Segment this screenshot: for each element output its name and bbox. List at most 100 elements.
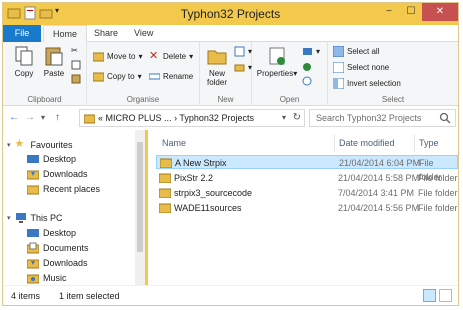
column-header-date-modified[interactable]: Date modified: [339, 134, 395, 152]
tab-share[interactable]: Share: [85, 25, 127, 42]
select-none-label: Select none: [347, 63, 390, 72]
recent-locations-icon[interactable]: ▾: [41, 113, 45, 122]
folder-icon: [158, 173, 172, 184]
details-view-icon[interactable]: [423, 289, 436, 302]
select-all-button[interactable]: Select all: [332, 45, 379, 58]
nav-item-label: Desktop: [43, 154, 77, 164]
tab-home[interactable]: Home: [43, 25, 88, 42]
chevron-down-icon: ▾: [189, 52, 194, 61]
invert-selection-label: Invert selection: [347, 79, 401, 88]
star-icon: ★: [14, 138, 25, 150]
minimize-button[interactable]: −: [378, 3, 400, 21]
file-date: 21/04/2014 5:58 PM: [338, 173, 420, 183]
search-placeholder: Search Typhon32 Projects: [316, 113, 422, 123]
clipboard-group-label: Clipboard: [27, 95, 62, 104]
close-button[interactable]: ✕: [422, 3, 458, 21]
history-icon[interactable]: [302, 76, 313, 87]
file-name: strpix3_sourcecode: [174, 188, 253, 198]
nav-item-desktop[interactable]: Desktop: [27, 227, 76, 239]
file-row[interactable]: strpix3_sourcecode 7/04/2014 3:41 PM Fil…: [156, 186, 458, 200]
new-folder-button[interactable]: New folder: [203, 45, 231, 87]
nav-item-label: Downloads: [43, 169, 88, 179]
file-type: File folder: [418, 203, 458, 213]
music-icon: [26, 272, 40, 284]
file-row[interactable]: A New Strpix 21/04/2014 6:04 PM File fol…: [156, 155, 458, 182]
select-all-icon: [332, 45, 345, 58]
nav-item-documents[interactable]: Documents: [26, 242, 89, 254]
title-bar: ▾ Typhon32 Projects − ☐ ✕: [3, 3, 458, 25]
select-group: Select all Select none Invert selection …: [328, 42, 458, 106]
column-header-type[interactable]: Type: [419, 134, 439, 152]
chevron-down-icon[interactable]: ▾: [282, 113, 286, 122]
window-controls: − ☐ ✕: [378, 3, 458, 21]
properties-icon: [266, 45, 288, 67]
tab-view[interactable]: View: [125, 25, 162, 42]
column-header-name[interactable]: Name: [162, 134, 186, 152]
forward-arrow-icon[interactable]: →: [25, 112, 35, 123]
delete-icon: ✕: [149, 50, 159, 62]
search-input[interactable]: Search Typhon32 Projects: [309, 109, 456, 127]
chevron-down-icon: ▾: [293, 69, 298, 78]
easy-access-icon[interactable]: ▾: [234, 62, 252, 73]
file-row[interactable]: PixStr 2.2 21/04/2014 5:58 PM File folde…: [156, 171, 458, 185]
invert-selection-button[interactable]: Invert selection: [332, 77, 401, 90]
scrollbar-thumb[interactable]: [137, 142, 143, 252]
maximize-button[interactable]: ☐: [400, 3, 422, 21]
chevron-down-icon[interactable]: ▾: [7, 141, 11, 149]
nav-item-music[interactable]: Music: [26, 272, 67, 284]
rename-icon: [148, 71, 161, 82]
copy-button[interactable]: Copy: [9, 45, 39, 78]
desktop-icon: [27, 153, 39, 165]
new-item-icon[interactable]: ▾: [234, 46, 252, 57]
file-type: File folder: [418, 188, 458, 198]
rename-button[interactable]: Rename: [148, 71, 194, 82]
open-group-label: Open: [279, 95, 300, 104]
chevron-down-icon[interactable]: ▾: [7, 214, 11, 222]
breadcrumb-overflow[interactable]: «: [98, 113, 103, 123]
column-divider[interactable]: [414, 134, 415, 152]
edit-icon[interactable]: [302, 62, 313, 73]
cut-icon[interactable]: ✂: [71, 46, 78, 55]
breadcrumb-separator[interactable]: ›: [174, 113, 177, 123]
delete-button[interactable]: ✕ Delete ▾: [149, 51, 193, 62]
copy-to-button[interactable]: Copy to ▾: [92, 71, 142, 82]
invert-selection-icon: [332, 77, 345, 90]
move-to-button[interactable]: Move to ▾: [92, 51, 143, 62]
copy-icon: [13, 45, 35, 67]
nav-item-downloads[interactable]: Downloads: [26, 257, 88, 269]
item-count: 4 items: [11, 291, 41, 301]
chevron-down-icon: ▾: [138, 52, 143, 61]
search-icon[interactable]: [439, 112, 451, 126]
large-icons-view-icon[interactable]: [439, 289, 452, 302]
back-arrow-icon[interactable]: ←: [9, 112, 19, 123]
up-arrow-icon[interactable]: ↑: [55, 112, 60, 123]
nav-item-desktop[interactable]: Desktop: [27, 153, 76, 165]
breadcrumb-item[interactable]: MICRO PLUS ...: [106, 113, 172, 123]
properties-button[interactable]: Properties▾: [256, 45, 298, 78]
column-divider[interactable]: [334, 134, 335, 152]
nav-this-pc-label: This PC: [30, 213, 63, 223]
copy-to-label: Copy to: [107, 72, 135, 81]
paste-icon: [43, 45, 65, 67]
breadcrumb-item[interactable]: Typhon32 Projects: [179, 113, 254, 123]
paste-button[interactable]: Paste: [39, 45, 69, 78]
open-icon[interactable]: ▾: [302, 46, 320, 57]
nav-item-recent-places[interactable]: Recent places: [26, 183, 101, 195]
refresh-icon[interactable]: ↻: [293, 112, 301, 123]
nav-item-label: Recent places: [43, 184, 101, 194]
folder-move-icon: [92, 51, 105, 62]
select-none-button[interactable]: Select none: [332, 61, 390, 74]
nav-this-pc[interactable]: ▾ This PC: [7, 212, 63, 224]
file-row[interactable]: WADE11sources 21/04/2014 5:56 PM File fo…: [156, 201, 458, 215]
open-group: Properties▾ ▾ Open: [252, 42, 328, 106]
copy-path-icon[interactable]: [71, 60, 81, 70]
nav-favourites[interactable]: ▾ ★ Favourites: [7, 139, 73, 151]
ribbon-tabs: File Home Share View: [3, 25, 458, 42]
address-bar[interactable]: « MICRO PLUS ... › Typhon32 Projects ▾ ↻: [79, 109, 305, 127]
rename-label: Rename: [163, 72, 194, 81]
tab-file[interactable]: File: [3, 25, 41, 42]
nav-item-downloads[interactable]: Downloads: [26, 168, 88, 180]
paste-shortcut-icon[interactable]: [71, 74, 81, 84]
paste-label: Paste: [43, 69, 65, 78]
navigation-scrollbar[interactable]: [135, 130, 145, 285]
